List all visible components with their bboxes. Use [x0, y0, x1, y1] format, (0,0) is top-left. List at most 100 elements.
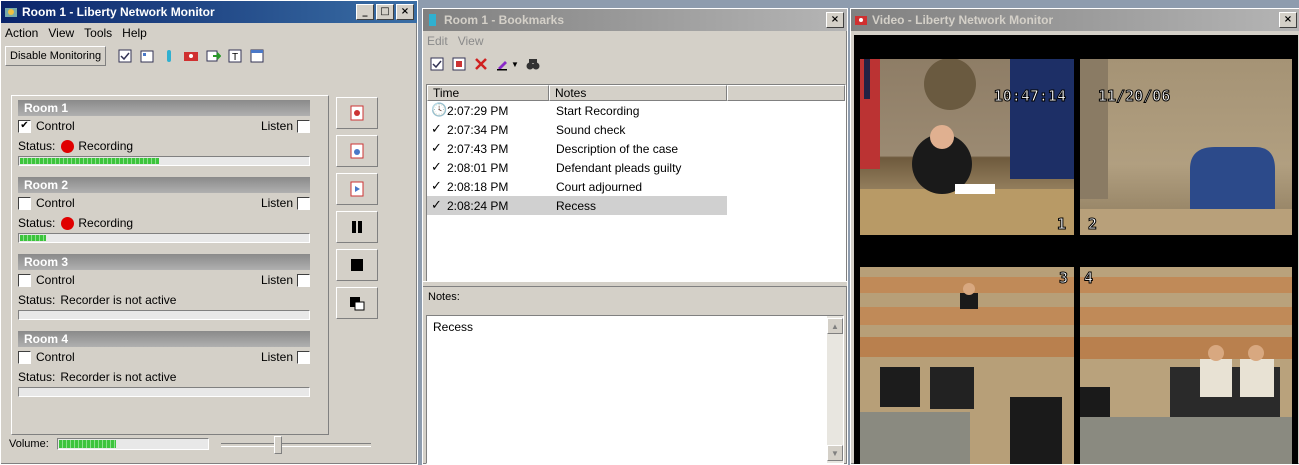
bookmark-time: 2:08:24 PM [447, 198, 509, 213]
stop-button[interactable] [336, 249, 378, 281]
playback-button[interactable] [336, 173, 378, 205]
video-window: Video - Liberty Network Monitor × 10:47:… [850, 8, 1299, 465]
volume-meter [56, 438, 209, 450]
highlight-icon[interactable]: ▼ [492, 53, 522, 75]
minimize-button[interactable]: _ [356, 4, 374, 20]
disable-monitoring-button[interactable]: Disable Monitoring [5, 46, 107, 66]
notes-scrollbar[interactable]: ▲ ▼ [827, 316, 843, 463]
camera-feed-4[interactable]: 4 [1080, 267, 1292, 464]
listen-checkbox[interactable] [297, 350, 310, 364]
menu-tools[interactable]: Tools [84, 26, 112, 40]
camera-number: 2 [1087, 215, 1098, 234]
video-titlebar[interactable]: Video - Liberty Network Monitor × [851, 9, 1299, 31]
listen-label: Listen [260, 196, 293, 210]
find-icon[interactable] [522, 53, 544, 75]
camera-feed-3[interactable]: 3 [860, 267, 1074, 464]
video-grid: 10:47:14 1 11/20/06 2 3 4 [854, 35, 1298, 464]
clock-icon: 🕓 [431, 103, 448, 118]
maximize-button[interactable]: □ [376, 4, 394, 20]
volume-slider[interactable] [220, 434, 371, 454]
control-label: Control [36, 196, 75, 210]
status-text: Recording [78, 139, 134, 153]
check-icon: ✓ [431, 179, 442, 194]
video-icon[interactable] [180, 45, 202, 67]
camera-timestamp: 10:47:14 [993, 87, 1066, 106]
status-text: Recorder is not active [60, 370, 177, 384]
bookmark-time: 2:08:18 PM [447, 179, 509, 194]
notes-textarea[interactable]: Recess ▲ ▼ [426, 315, 844, 464]
menu-action[interactable]: Action [5, 26, 38, 40]
bookmark-row[interactable]: ✓ 2:07:43 PM Description of the case [427, 139, 845, 158]
window-icon[interactable] [246, 45, 268, 67]
delete-icon[interactable] [470, 53, 492, 75]
bookmark-time: 2:07:34 PM [447, 122, 509, 137]
control-label: Control [36, 119, 75, 133]
scroll-up-icon[interactable]: ▲ [827, 318, 843, 334]
select-rooms-icon[interactable] [114, 45, 136, 67]
status-text: Recorder is not active [60, 293, 177, 307]
check-icon: ✓ [431, 160, 442, 175]
status-text: Recording [78, 216, 134, 230]
courtroom-judge-image [860, 59, 1074, 235]
notes-label: Notes: [428, 291, 460, 303]
volume-slider-thumb[interactable] [274, 436, 283, 454]
control-checkbox[interactable] [18, 196, 31, 210]
export-icon[interactable] [202, 45, 224, 67]
camera-feed-1[interactable]: 10:47:14 1 [860, 59, 1074, 235]
close-button[interactable]: × [826, 12, 844, 28]
bookmark-row[interactable]: ✓ 2:08:18 PM Court adjourned [427, 177, 845, 196]
camera-number: 1 [1056, 215, 1066, 234]
listen-checkbox[interactable] [297, 119, 310, 133]
listen-checkbox[interactable] [297, 273, 310, 287]
record-all-button[interactable] [336, 135, 378, 167]
bookmark-row[interactable]: ✓ 2:07:34 PM Sound check [427, 120, 845, 139]
window-title: Room 1 - Bookmarks [444, 13, 565, 27]
menu-help[interactable]: Help [122, 26, 147, 40]
listen-label: Listen [260, 273, 293, 287]
listen-checkbox[interactable] [297, 196, 310, 210]
close-button[interactable]: × [396, 4, 414, 20]
bookmark-rows: 🕓 2:07:29 PM Start Recording ✓ 2:07:34 PM Sou… [427, 101, 845, 215]
camera-feed-2[interactable]: 11/20/06 2 [1080, 59, 1292, 235]
monitor-titlebar[interactable]: Room 1 - Liberty Network Monitor _ □ × [1, 1, 417, 23]
text-icon[interactable]: T [224, 45, 246, 67]
info-icon[interactable] [158, 45, 180, 67]
bookmark-list: Time Notes 🕓 2:07:29 PM Start Recording ✓ 2:… [426, 84, 846, 282]
status-label: Status: [18, 370, 56, 384]
volume-bar: Volume: [9, 432, 403, 456]
column-header-time[interactable]: Time [427, 85, 549, 101]
volume-label: Volume: [9, 438, 49, 450]
control-checkbox[interactable] [18, 273, 31, 287]
eject-button[interactable] [336, 287, 378, 319]
bookmark-app-icon [429, 14, 436, 26]
splitter[interactable] [423, 281, 847, 287]
pause-button[interactable] [336, 211, 378, 243]
control-checkbox[interactable] [18, 350, 31, 364]
bookmark-time: 2:08:01 PM [447, 160, 509, 175]
camera-number: 4 [1083, 269, 1094, 288]
recording-indicator-icon [61, 139, 75, 153]
control-checkbox[interactable]: ✔ [18, 119, 31, 133]
bookmark-time: 2:07:43 PM [447, 141, 509, 156]
bookmark-row[interactable]: ✓ 2:08:24 PM Recess [427, 196, 727, 215]
courtroom-counsel-image [1080, 277, 1292, 464]
column-header-notes[interactable]: Notes [549, 85, 727, 101]
bookmark-note: Recess [556, 198, 597, 213]
properties-icon[interactable] [136, 45, 158, 67]
pause-icon [352, 221, 362, 233]
menu-view[interactable]: View [48, 26, 74, 40]
bookmarks-titlebar[interactable]: Room 1 - Bookmarks × [423, 9, 847, 31]
new-bookmark-icon[interactable] [426, 53, 448, 75]
close-button[interactable]: × [1279, 12, 1297, 28]
bookmark-row[interactable]: ✓ 2:08:01 PM Defendant pleads guilty [427, 158, 845, 177]
menu-view[interactable]: View [458, 34, 484, 48]
menu-edit[interactable]: Edit [427, 34, 448, 48]
edit-bookmark-icon[interactable] [448, 53, 470, 75]
bookmark-row[interactable]: 🕓 2:07:29 PM Start Recording [427, 101, 845, 120]
scroll-down-icon[interactable]: ▼ [827, 445, 843, 461]
control-label: Control [36, 350, 75, 364]
audio-level-meter [18, 233, 310, 243]
check-icon: ✓ [431, 141, 442, 156]
start-recording-button[interactable] [336, 97, 378, 129]
listen-label: Listen [260, 119, 293, 133]
